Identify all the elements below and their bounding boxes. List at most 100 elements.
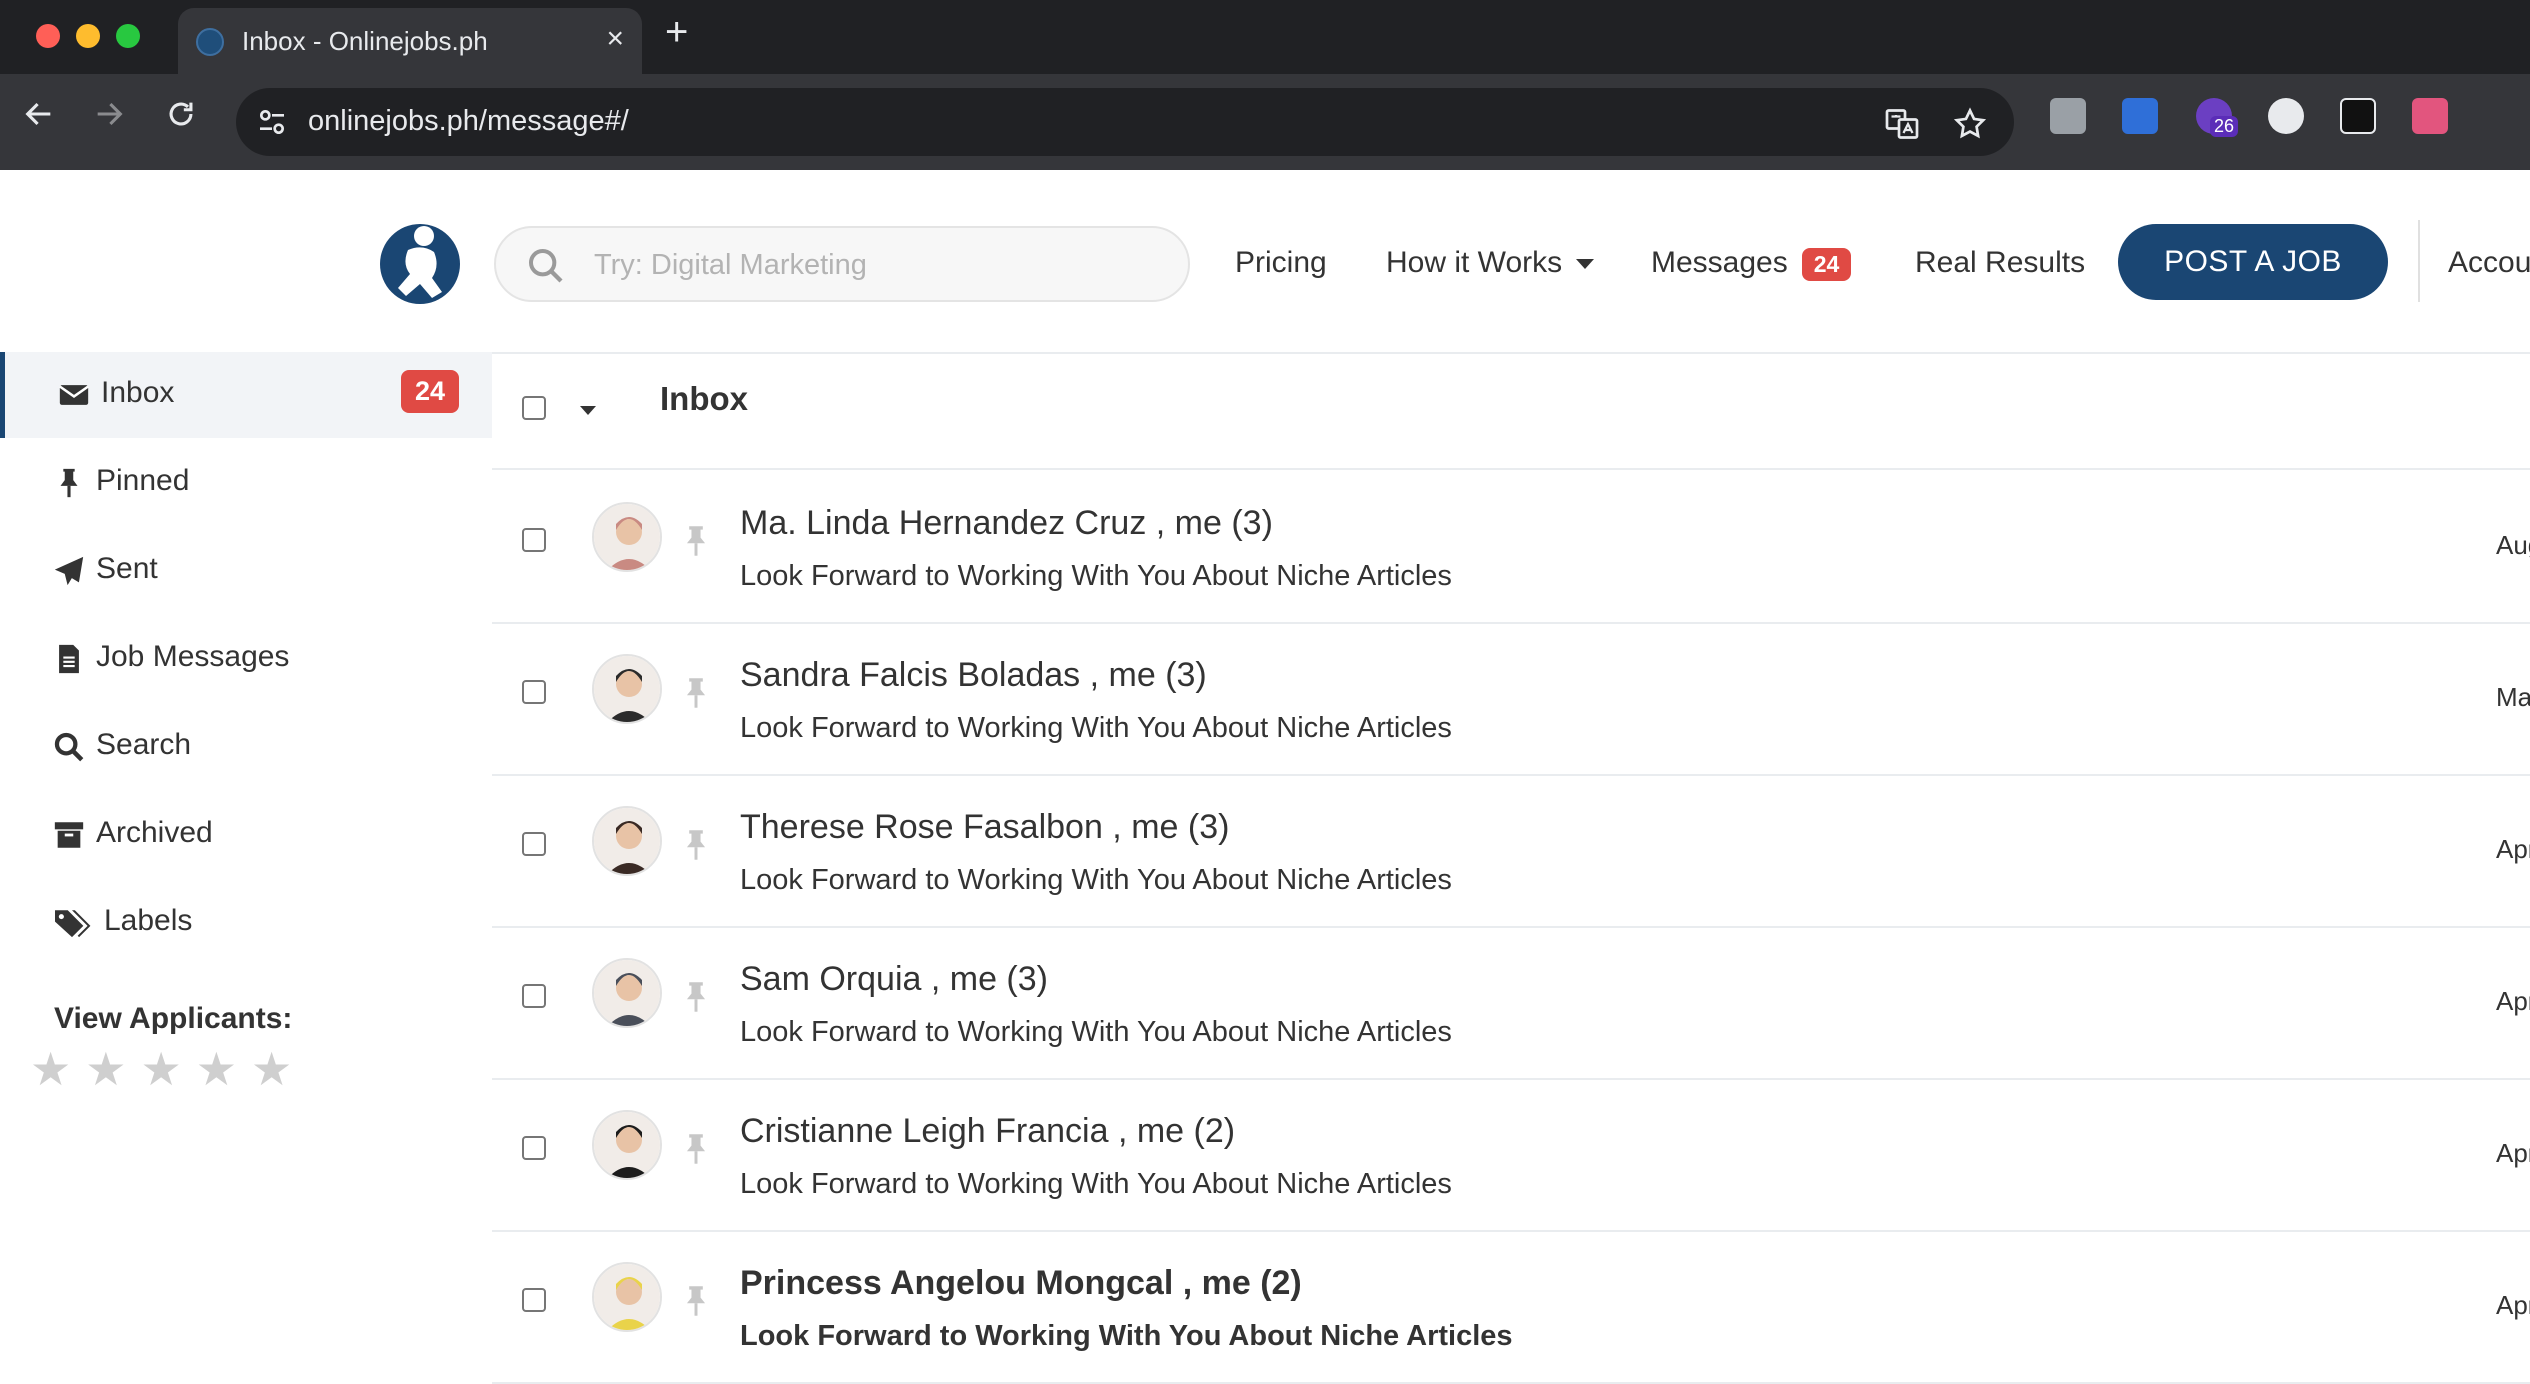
back-arrow-icon[interactable] (22, 96, 56, 141)
bookmark-star-icon[interactable] (1952, 106, 1988, 142)
avatar (592, 502, 662, 572)
inbox-count-badge: 24 (401, 370, 460, 413)
message-sender: Princess Angelou Mongcal , me (2) (740, 1264, 1302, 1302)
archive-icon (54, 822, 84, 848)
nav-how-it-works-label: How it Works (1386, 246, 1563, 279)
message-date: Apr (2496, 834, 2530, 864)
star-3-icon[interactable]: ★ (141, 1046, 182, 1092)
message-date: Apr (2496, 1138, 2530, 1168)
wizard-extension-icon[interactable]: 26 (2196, 98, 2239, 137)
sidebar-item-job-messages[interactable]: Job Messages (0, 616, 492, 702)
message-row[interactable]: Cristianne Leigh Francia , me (2) Look Fo… (492, 1078, 2530, 1232)
message-date: Apr (2496, 986, 2530, 1016)
post-a-job-button[interactable]: POST A JOB (2118, 224, 2388, 300)
star-1-icon[interactable]: ★ (30, 1046, 71, 1092)
reload-icon[interactable] (164, 96, 198, 141)
close-window-button[interactable] (36, 24, 60, 48)
sidebar-item-sent[interactable]: Sent (0, 528, 492, 614)
pin-icon[interactable] (682, 524, 710, 558)
nav-real-results-link[interactable]: Real Results (1915, 246, 2085, 280)
qr-extension-icon[interactable] (2050, 98, 2086, 134)
browser-toolbar: onlinejobs.ph/message#/ 26 (0, 74, 2530, 208)
avatar (592, 806, 662, 876)
message-checkbox[interactable] (522, 832, 546, 856)
pin-icon[interactable] (682, 1132, 710, 1166)
message-sender: Sam Orquia , me (3) (740, 960, 1048, 998)
file-icon (59, 644, 79, 674)
sidebar-item-label: Archived (96, 816, 213, 849)
message-subject: Look Forward to Working With You About N… (740, 864, 1452, 896)
new-tab-button[interactable]: + (665, 10, 688, 55)
sidebar-item-search[interactable]: Search (0, 704, 492, 790)
site-search-input[interactable] (592, 244, 1156, 286)
site-favicon-icon (196, 28, 224, 56)
pin-icon (60, 468, 78, 498)
message-checkbox[interactable] (522, 680, 546, 704)
message-checkbox[interactable] (522, 528, 546, 552)
url-domain: onlinejobs.ph (308, 105, 479, 137)
tab-close-icon[interactable]: × (606, 22, 624, 56)
avatar (592, 1110, 662, 1180)
pin-icon[interactable] (682, 980, 710, 1014)
pin-icon[interactable] (682, 828, 710, 862)
forward-arrow-icon[interactable] (92, 96, 126, 141)
extension-badge: 26 (2210, 116, 2239, 137)
sidebar-item-labels[interactable]: Labels (0, 880, 492, 966)
sidebar-item-label: Search (96, 728, 192, 761)
nav-messages-link[interactable]: Messages 24 (1651, 246, 1852, 281)
select-options-caret-icon[interactable] (580, 406, 596, 415)
message-subject: Look Forward to Working With You About N… (740, 712, 1452, 744)
message-row[interactable]: Princess Angelou Mongcal , me (2) Look Fo… (492, 1230, 2530, 1384)
browser-tab[interactable]: Inbox - Onlinejobs.ph × (178, 8, 642, 74)
message-sender: Therese Rose Fasalbon , me (3) (740, 808, 1230, 846)
search-icon (529, 249, 563, 283)
minimize-window-button[interactable] (76, 24, 100, 48)
sidebar-item-inbox[interactable]: Inbox 24 (0, 352, 492, 438)
sidebar-item-label: Job Messages (96, 640, 290, 673)
message-row[interactable]: Ma. Linda Hernandez Cruz , me (3) Look Fo… (492, 470, 2530, 624)
message-row[interactable]: Therese Rose Fasalbon , me (3) Look Forwa… (492, 774, 2530, 928)
message-sender: Ma. Linda Hernandez Cruz , me (3) (740, 504, 1273, 542)
nav-account-link[interactable]: Accou (2448, 246, 2530, 280)
message-sidebar: Inbox 24 Pinned Sent Job Messages Search… (0, 352, 492, 1376)
signature-extension-icon[interactable] (2340, 98, 2376, 134)
circle-extension-icon[interactable] (2268, 98, 2304, 134)
sidebar-item-label: Sent (96, 552, 158, 585)
site-info-icon[interactable] (256, 106, 288, 138)
sidebar-item-pinned[interactable]: Pinned (0, 440, 492, 526)
select-all-checkbox[interactable] (522, 396, 546, 420)
sidebar-item-label: Labels (104, 904, 193, 937)
tab-title: Inbox - Onlinejobs.ph (242, 26, 488, 56)
pin-icon[interactable] (682, 676, 710, 710)
nav-pricing-link[interactable]: Pricing (1235, 246, 1327, 280)
envelope-icon (59, 385, 89, 405)
message-subject: Look Forward to Working With You About N… (740, 1320, 1513, 1352)
site-search-box[interactable] (494, 226, 1190, 302)
translate-icon[interactable] (1884, 106, 1920, 142)
url-path: /message#/ (478, 105, 629, 137)
star-2-icon[interactable]: ★ (85, 1046, 126, 1092)
pin-icon[interactable] (682, 1284, 710, 1318)
avatar (592, 1262, 662, 1332)
avatar (592, 654, 662, 724)
sidebar-item-archived[interactable]: Archived (0, 792, 492, 878)
header-divider (2418, 220, 2420, 302)
message-date: Apr (2496, 1290, 2530, 1320)
message-subject: Look Forward to Working With You About N… (740, 1168, 1452, 1200)
message-row[interactable]: Sam Orquia , me (3) Look Forward to Worki… (492, 926, 2530, 1080)
star-4-icon[interactable]: ★ (196, 1046, 237, 1092)
maximize-window-button[interactable] (116, 24, 140, 48)
message-row[interactable]: Sandra Falcis Boladas , me (3) Look Forwa… (492, 622, 2530, 776)
view-applicants-label: View Applicants: (54, 1002, 293, 1035)
message-checkbox[interactable] (522, 1288, 546, 1312)
address-bar[interactable]: onlinejobs.ph/message#/ (236, 88, 2014, 156)
bitwarden-extension-icon[interactable] (2122, 98, 2158, 134)
nav-how-it-works-dropdown[interactable]: How it Works (1386, 246, 1595, 280)
message-checkbox[interactable] (522, 1136, 546, 1160)
messages-count-badge: 24 (1801, 247, 1852, 281)
message-checkbox[interactable] (522, 984, 546, 1008)
onlinejobs-logo-icon[interactable] (378, 216, 462, 308)
caret-down-icon (1576, 259, 1595, 270)
star-5-icon[interactable]: ★ (251, 1046, 292, 1092)
translate-extension-icon[interactable] (2412, 98, 2448, 134)
